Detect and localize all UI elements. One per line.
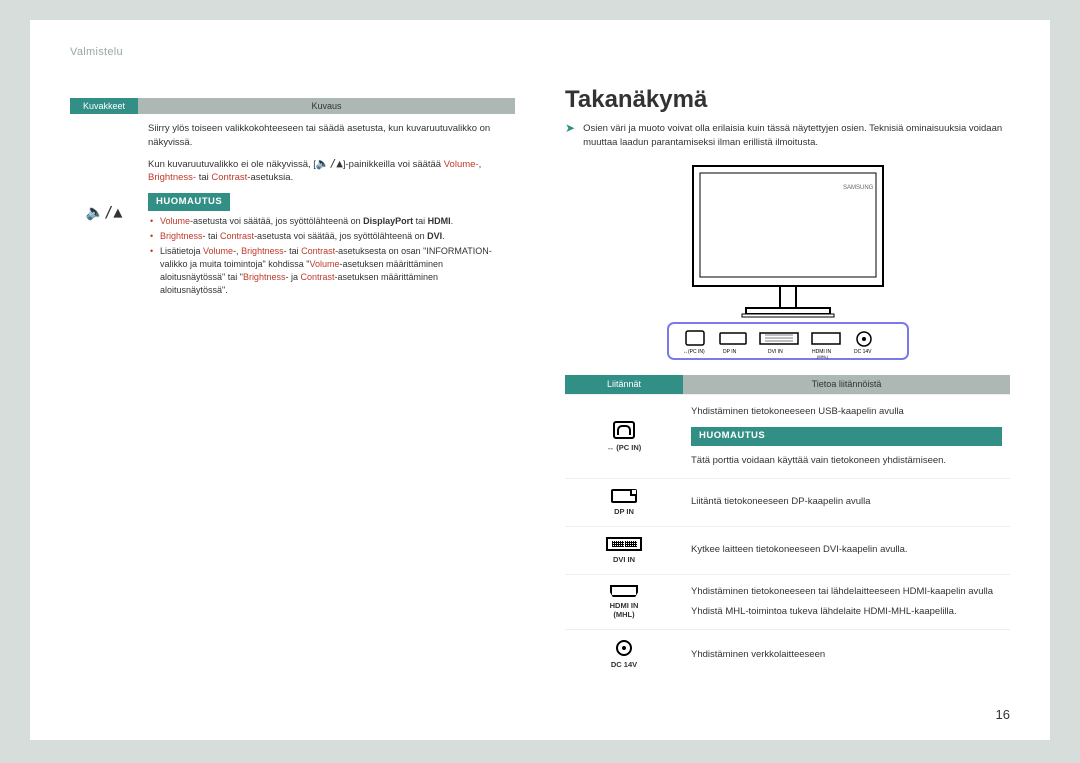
note-badge: HUOMAUTUS (148, 193, 230, 211)
svg-text:DP IN: DP IN (723, 349, 737, 355)
port-desc: Yhdistäminen tietokoneeseen tai lähdelai… (691, 585, 1002, 599)
port-desc: Yhdistä MHL-toimintoa tukeva lähdelaite … (691, 605, 1002, 619)
intro-note: ➤ Osien väri ja muoto voivat olla erilai… (565, 122, 1010, 151)
svg-text:↔(PC IN): ↔(PC IN) (683, 349, 705, 355)
svg-text:DC 14V: DC 14V (854, 349, 872, 355)
list-item: Brightness- tai Contrast-asetusta voi sä… (150, 230, 505, 243)
col-ports-header: Liitännät (565, 375, 683, 395)
dc-power-icon (616, 640, 632, 656)
icon-cell: 🔈/▲ (70, 114, 138, 309)
left-table-header: Kuvakkeet Kuvaus (70, 98, 515, 114)
ports-table-header: Liitännät Tietoa liitännöistä (565, 375, 1010, 395)
svg-text:DVI IN: DVI IN (768, 349, 783, 355)
volume-up-icon: 🔈/▲ (86, 203, 123, 221)
paragraph: Kun kuvaruutuvalikko ei ole näkyvissä, [… (148, 156, 505, 186)
monitor-rear-figure: SAMSUNG ↔(PC IN) DP IN DVI IN (565, 161, 1010, 361)
page-number: 16 (996, 707, 1010, 722)
list-item: Volume-asetusta voi säätää, jos syöttölä… (150, 215, 505, 228)
col-desc-header: Kuvaus (138, 98, 515, 114)
note-badge: HUOMAUTUS (691, 427, 1002, 445)
arrow-icon: ➤ (565, 122, 575, 151)
svg-text:SAMSUNG: SAMSUNG (843, 185, 874, 191)
port-label: ↔ (PC IN) (607, 443, 642, 452)
section-title: Takanäkymä (565, 86, 1010, 114)
port-label: DVI IN (613, 555, 635, 564)
ports-table: Liitännät Tietoa liitännöistä ↔ (PC IN) … (565, 375, 1010, 680)
left-table-row: 🔈/▲ Siirry ylös toiseen valikkokohteesee… (70, 114, 515, 309)
page-header: Valmistelu (70, 46, 123, 58)
table-row: DP IN Liitäntä tietokoneeseen DP-kaapeli… (565, 478, 1010, 526)
list-item: Lisätietoja Volume-, Brightness- tai Con… (150, 245, 505, 297)
port-label: DC 14V (611, 660, 637, 669)
dvi-icon (606, 537, 642, 551)
col-desc-header: Tietoa liitännöistä (683, 375, 1010, 395)
left-column: Kuvakkeet Kuvaus 🔈/▲ Siirry ylös toiseen… (70, 46, 515, 720)
monitor-rear-svg: SAMSUNG ↔(PC IN) DP IN DVI IN (638, 161, 938, 361)
table-row: DC 14V Yhdistäminen verkkolaitteeseen (565, 629, 1010, 679)
col-icons-header: Kuvakkeet (70, 98, 138, 114)
manual-page: Valmistelu 16 Kuvakkeet Kuvaus 🔈/▲ Siirr… (30, 20, 1050, 740)
usb-b-icon (613, 421, 635, 439)
note-list: Volume-asetusta voi säätää, jos syöttölä… (148, 215, 505, 297)
displayport-icon (611, 489, 637, 503)
table-row: ↔ (PC IN) Yhdistäminen tietokoneeseen US… (565, 394, 1010, 478)
table-row: HDMI IN (MHL) Yhdistäminen tietokoneesee… (565, 574, 1010, 630)
port-label: DP IN (614, 507, 634, 516)
port-desc: Yhdistäminen tietokoneeseen USB-kaapelin… (691, 405, 1002, 419)
table-row: DVI IN Kytkee laitteen tietokoneeseen DV… (565, 526, 1010, 574)
svg-text:(MHL): (MHL) (817, 354, 829, 359)
port-desc: Kytkee laitteen tietokoneeseen DVI-kaape… (691, 543, 1002, 557)
port-desc: Liitäntä tietokoneeseen DP-kaapelin avul… (691, 495, 1002, 509)
port-desc: Yhdistäminen verkkolaitteeseen (691, 648, 1002, 662)
port-label: HDMI IN (MHL) (610, 601, 639, 619)
hdmi-icon (610, 585, 638, 597)
desc-cell: Siirry ylös toiseen valikkokohteeseen ta… (138, 114, 515, 309)
right-column: Takanäkymä ➤ Osien väri ja muoto voivat … (565, 46, 1010, 720)
volume-up-icon: 🔈/▲ (316, 157, 343, 170)
paragraph: Siirry ylös toiseen valikkokohteeseen ta… (148, 122, 505, 150)
note-text: Tätä porttia voidaan käyttää vain tietok… (691, 454, 1002, 468)
